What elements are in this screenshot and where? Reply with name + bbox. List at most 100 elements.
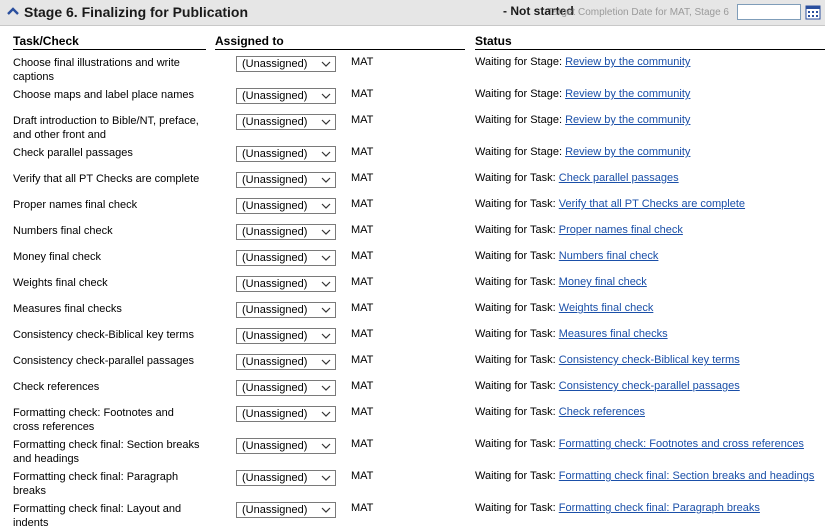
task-name: Consistency check-parallel passages xyxy=(13,355,194,367)
task-status: Waiting for Task: Proper names final che… xyxy=(475,224,683,236)
status-prefix: Waiting for Task: xyxy=(475,406,556,418)
collapse-chevron-up-icon[interactable] xyxy=(6,5,20,19)
assigned-to-value: (Unassigned) xyxy=(242,472,308,484)
assigned-to-dropdown[interactable]: (Unassigned) xyxy=(236,438,336,454)
task-status: Waiting for Task: Consistency check-para… xyxy=(475,380,740,392)
status-link[interactable]: Proper names final check xyxy=(559,224,683,236)
target-date-input[interactable] xyxy=(737,4,801,20)
chevron-down-icon xyxy=(321,475,331,481)
status-link[interactable]: Formatting check: Footnotes and cross re… xyxy=(559,438,804,450)
status-link[interactable]: Review by the community xyxy=(565,114,690,126)
task-name: Numbers final check xyxy=(13,225,113,237)
chevron-down-icon xyxy=(321,307,331,313)
status-link[interactable]: Numbers final check xyxy=(559,250,659,262)
assigned-to-dropdown[interactable]: (Unassigned) xyxy=(236,172,336,188)
project-code: MAT xyxy=(351,198,374,210)
task-status: Waiting for Task: Money final check xyxy=(475,276,647,288)
status-link[interactable]: Review by the community xyxy=(565,56,690,68)
assigned-to-dropdown[interactable]: (Unassigned) xyxy=(236,302,336,318)
status-prefix: Waiting for Task: xyxy=(475,198,556,210)
assigned-to-dropdown[interactable]: (Unassigned) xyxy=(236,328,336,344)
target-date-label: Target Completion Date for MAT, Stage 6 xyxy=(547,7,729,18)
status-prefix: Waiting for Stage: xyxy=(475,146,563,158)
task-name: Consistency check-Biblical key terms xyxy=(13,329,194,341)
project-code: MAT xyxy=(351,380,374,392)
status-prefix: Waiting for Task: xyxy=(475,250,556,262)
assigned-to-value: (Unassigned) xyxy=(242,58,308,70)
status-link[interactable]: Measures final checks xyxy=(559,328,668,340)
status-link[interactable]: Formatting check final: Paragraph breaks xyxy=(559,502,760,514)
assigned-to-dropdown[interactable]: (Unassigned) xyxy=(236,470,336,486)
assigned-to-value: (Unassigned) xyxy=(242,356,308,368)
status-link[interactable]: Money final check xyxy=(559,276,647,288)
project-code: MAT xyxy=(351,470,374,482)
column-divider xyxy=(215,49,465,50)
task-name: Formatting check final: Paragraph breaks xyxy=(13,471,179,497)
status-link[interactable]: Check references xyxy=(559,406,645,418)
status-link[interactable]: Formatting check final: Section breaks a… xyxy=(559,470,815,482)
task-status: Waiting for Task: Formatting check final… xyxy=(475,470,814,482)
project-code: MAT xyxy=(351,276,374,288)
status-link[interactable]: Consistency check-parallel passages xyxy=(559,380,740,392)
chevron-down-icon xyxy=(321,385,331,391)
assigned-to-dropdown[interactable]: (Unassigned) xyxy=(236,250,336,266)
assigned-to-dropdown[interactable]: (Unassigned) xyxy=(236,354,336,370)
task-name: Choose final illustrations and write cap… xyxy=(13,57,180,83)
assigned-to-dropdown[interactable]: (Unassigned) xyxy=(236,146,336,162)
stage-header: Stage 6. Finalizing for Publication - No… xyxy=(0,0,825,26)
status-prefix: Waiting for Task: xyxy=(475,172,556,184)
assigned-to-value: (Unassigned) xyxy=(242,408,308,420)
assigned-to-value: (Unassigned) xyxy=(242,148,308,160)
assigned-to-dropdown[interactable]: (Unassigned) xyxy=(236,114,336,130)
task-name: Draft introduction to Bible/NT, preface,… xyxy=(13,115,199,141)
status-link[interactable]: Verify that all PT Checks are complete xyxy=(559,198,745,210)
assigned-to-dropdown[interactable]: (Unassigned) xyxy=(236,56,336,72)
task-status: Waiting for Task: Measures final checks xyxy=(475,328,668,340)
assigned-to-dropdown[interactable]: (Unassigned) xyxy=(236,406,336,422)
task-name: Verify that all PT Checks are complete xyxy=(13,173,200,185)
assigned-to-dropdown[interactable]: (Unassigned) xyxy=(236,198,336,214)
assigned-to-value: (Unassigned) xyxy=(242,200,308,212)
assigned-to-dropdown[interactable]: (Unassigned) xyxy=(236,88,336,104)
task-status: Waiting for Stage: Review by the communi… xyxy=(475,88,690,100)
project-code: MAT xyxy=(351,354,374,366)
status-link[interactable]: Review by the community xyxy=(565,146,690,158)
task-status: Waiting for Stage: Review by the communi… xyxy=(475,146,690,158)
assigned-to-value: (Unassigned) xyxy=(242,440,308,452)
assigned-to-value: (Unassigned) xyxy=(242,382,308,394)
assigned-to-value: (Unassigned) xyxy=(242,226,308,238)
column-header-status: Status xyxy=(475,34,512,48)
chevron-down-icon xyxy=(321,281,331,287)
chevron-down-icon xyxy=(321,93,331,99)
project-code: MAT xyxy=(351,438,374,450)
assigned-to-dropdown[interactable]: (Unassigned) xyxy=(236,224,336,240)
chevron-down-icon xyxy=(321,333,331,339)
stage-title-text: Stage 6. Finalizing for Publication xyxy=(24,4,249,20)
assigned-to-dropdown[interactable]: (Unassigned) xyxy=(236,380,336,396)
status-prefix: Waiting for Stage: xyxy=(475,114,563,126)
chevron-down-icon xyxy=(321,177,331,183)
status-prefix: Waiting for Stage: xyxy=(475,56,563,68)
status-link[interactable]: Weights final check xyxy=(559,302,654,314)
assigned-to-dropdown[interactable]: (Unassigned) xyxy=(236,276,336,292)
calendar-icon[interactable] xyxy=(805,4,821,20)
status-prefix: Waiting for Task: xyxy=(475,354,556,366)
project-code: MAT xyxy=(351,406,374,418)
status-prefix: Waiting for Stage: xyxy=(475,88,563,100)
assigned-to-value: (Unassigned) xyxy=(242,278,308,290)
status-prefix: Waiting for Task: xyxy=(475,328,556,340)
status-link[interactable]: Review by the community xyxy=(565,88,690,100)
chevron-down-icon xyxy=(321,229,331,235)
task-status: Waiting for Task: Check references xyxy=(475,406,645,418)
assigned-to-dropdown[interactable]: (Unassigned) xyxy=(236,502,336,518)
task-name: Proper names final check xyxy=(13,199,138,211)
task-name: Choose maps and label place names xyxy=(13,89,195,101)
chevron-down-icon xyxy=(321,151,331,157)
task-name: Formatting check final: Section breaks a… xyxy=(13,439,200,465)
task-name: Formatting check final: Layout and inden… xyxy=(13,503,182,529)
chevron-down-icon xyxy=(321,61,331,67)
column-header-assigned: Assigned to xyxy=(215,34,284,48)
status-link[interactable]: Check parallel passages xyxy=(559,172,679,184)
project-code: MAT xyxy=(351,172,374,184)
status-link[interactable]: Consistency check-Biblical key terms xyxy=(559,354,740,366)
